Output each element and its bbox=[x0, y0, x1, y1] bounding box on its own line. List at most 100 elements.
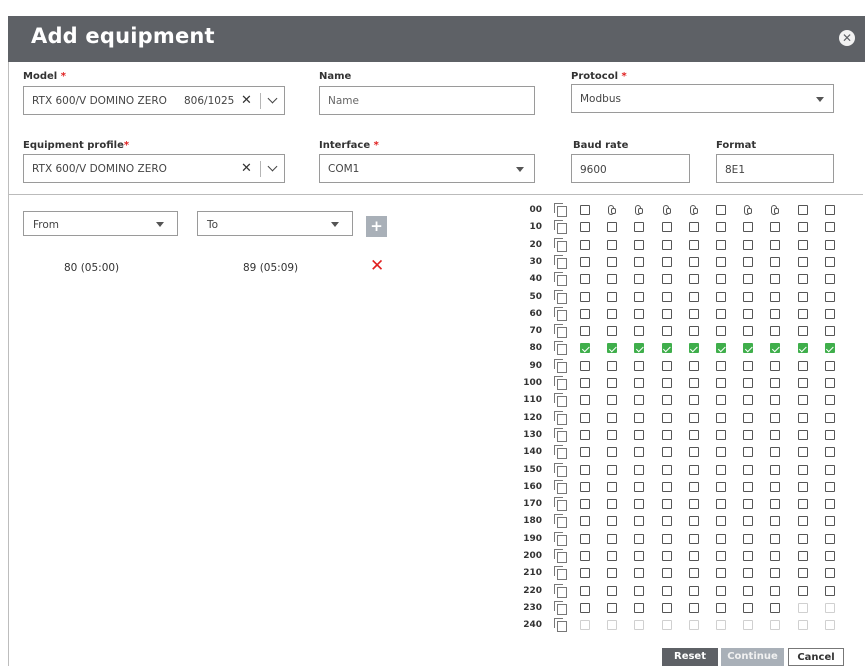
name-input[interactable]: Name bbox=[319, 86, 535, 115]
register-checkbox[interactable] bbox=[661, 568, 672, 579]
register-checkbox[interactable] bbox=[607, 222, 618, 233]
register-checkbox[interactable] bbox=[688, 378, 699, 388]
copy-row-icon[interactable] bbox=[554, 583, 567, 598]
register-checkbox[interactable] bbox=[797, 551, 808, 561]
register-checkbox-checked[interactable] bbox=[743, 343, 754, 354]
register-checkbox[interactable] bbox=[661, 239, 672, 250]
register-checkbox[interactable] bbox=[716, 378, 726, 388]
register-checkbox[interactable] bbox=[688, 602, 699, 613]
register-checkbox[interactable] bbox=[688, 222, 699, 233]
register-checkbox[interactable] bbox=[716, 274, 726, 285]
register-checkbox-disabled[interactable] bbox=[661, 620, 672, 631]
register-checkbox[interactable] bbox=[580, 239, 590, 250]
register-checkbox[interactable] bbox=[580, 274, 590, 285]
register-checkbox[interactable] bbox=[661, 464, 672, 475]
plus-icon[interactable]: + bbox=[366, 216, 387, 237]
register-checkbox[interactable] bbox=[743, 585, 754, 596]
register-checkbox[interactable] bbox=[607, 395, 618, 406]
from-select[interactable]: From bbox=[23, 211, 178, 236]
register-checkbox[interactable] bbox=[607, 291, 618, 302]
register-checkbox[interactable] bbox=[634, 585, 645, 596]
register-checkbox[interactable] bbox=[824, 326, 835, 337]
register-checkbox-disabled[interactable] bbox=[716, 620, 726, 631]
register-checkbox[interactable] bbox=[716, 239, 726, 250]
register-checkbox[interactable] bbox=[770, 568, 781, 579]
register-checkbox[interactable] bbox=[797, 222, 808, 233]
register-checkbox[interactable] bbox=[770, 222, 781, 233]
register-checkbox-disabled[interactable] bbox=[770, 620, 781, 631]
register-checkbox[interactable] bbox=[743, 551, 754, 561]
register-checkbox[interactable] bbox=[824, 464, 835, 475]
register-checkbox[interactable] bbox=[716, 464, 726, 475]
register-checkbox[interactable] bbox=[824, 568, 835, 579]
register-checkbox[interactable] bbox=[580, 464, 590, 475]
copy-row-icon[interactable] bbox=[554, 220, 567, 235]
register-checkbox[interactable] bbox=[797, 239, 808, 250]
copy-row-icon[interactable] bbox=[554, 462, 567, 477]
register-checkbox[interactable] bbox=[743, 395, 754, 406]
register-checkbox[interactable] bbox=[580, 429, 590, 440]
register-checkbox[interactable] bbox=[688, 464, 699, 475]
register-checkbox[interactable] bbox=[634, 308, 645, 319]
register-checkbox[interactable] bbox=[770, 429, 781, 440]
register-checkbox[interactable] bbox=[580, 222, 590, 233]
register-checkbox[interactable] bbox=[743, 274, 754, 285]
register-checkbox[interactable] bbox=[797, 499, 808, 510]
copy-row-icon[interactable] bbox=[554, 358, 567, 373]
register-checkbox[interactable] bbox=[797, 326, 808, 337]
register-checkbox-checked[interactable] bbox=[607, 343, 618, 354]
register-checkbox[interactable] bbox=[743, 308, 754, 319]
register-checkbox[interactable] bbox=[661, 533, 672, 544]
register-checkbox[interactable] bbox=[661, 412, 672, 423]
register-checkbox[interactable] bbox=[580, 326, 590, 337]
register-checkbox[interactable] bbox=[797, 360, 808, 371]
register-checkbox-disabled[interactable] bbox=[743, 620, 754, 631]
copy-row-icon[interactable] bbox=[554, 324, 567, 339]
register-checkbox-disabled[interactable] bbox=[824, 620, 835, 631]
model-select[interactable]: RTX 600/V DOMINO ZERO 806/1025 ✕ bbox=[23, 86, 285, 115]
register-checkbox[interactable] bbox=[770, 602, 781, 613]
register-checkbox[interactable] bbox=[716, 516, 726, 527]
register-checkbox[interactable] bbox=[824, 360, 835, 371]
register-checkbox[interactable] bbox=[580, 395, 590, 406]
register-checkbox[interactable] bbox=[634, 395, 645, 406]
register-checkbox[interactable] bbox=[743, 222, 754, 233]
register-checkbox[interactable] bbox=[824, 481, 835, 492]
register-checkbox[interactable] bbox=[824, 239, 835, 250]
register-checkbox[interactable] bbox=[580, 533, 590, 544]
register-checkbox[interactable] bbox=[797, 205, 808, 215]
register-checkbox[interactable] bbox=[688, 274, 699, 285]
copy-row-icon[interactable] bbox=[554, 618, 567, 633]
register-checkbox[interactable] bbox=[661, 551, 672, 561]
register-checkbox[interactable] bbox=[661, 256, 672, 267]
register-checkbox-checked[interactable] bbox=[716, 343, 726, 354]
register-checkbox[interactable] bbox=[580, 481, 590, 492]
register-checkbox[interactable] bbox=[580, 308, 590, 319]
register-checkbox[interactable] bbox=[824, 412, 835, 423]
register-checkbox[interactable] bbox=[634, 326, 645, 337]
register-checkbox[interactable] bbox=[607, 429, 618, 440]
copy-row-icon[interactable] bbox=[554, 237, 567, 252]
register-checkbox[interactable] bbox=[661, 585, 672, 596]
register-checkbox[interactable] bbox=[770, 378, 781, 388]
register-checkbox[interactable] bbox=[607, 256, 618, 267]
register-checkbox[interactable] bbox=[607, 585, 618, 596]
register-checkbox[interactable] bbox=[797, 464, 808, 475]
register-checkbox[interactable] bbox=[743, 291, 754, 302]
register-checkbox-disabled[interactable] bbox=[634, 620, 645, 631]
register-checkbox[interactable] bbox=[824, 205, 835, 215]
copy-row-icon[interactable] bbox=[554, 600, 567, 615]
register-checkbox-checked[interactable] bbox=[688, 343, 699, 354]
register-checkbox[interactable] bbox=[743, 239, 754, 250]
register-checkbox[interactable] bbox=[824, 395, 835, 406]
register-checkbox[interactable] bbox=[607, 308, 618, 319]
register-checkbox[interactable] bbox=[688, 360, 699, 371]
chevron-down-icon[interactable] bbox=[267, 93, 278, 104]
register-checkbox[interactable] bbox=[634, 533, 645, 544]
register-checkbox[interactable] bbox=[580, 585, 590, 596]
register-checkbox[interactable] bbox=[716, 395, 726, 406]
register-checkbox[interactable] bbox=[770, 516, 781, 527]
register-checkbox[interactable] bbox=[716, 551, 726, 561]
register-checkbox[interactable] bbox=[716, 360, 726, 371]
linked-register-icon[interactable] bbox=[634, 205, 644, 215]
